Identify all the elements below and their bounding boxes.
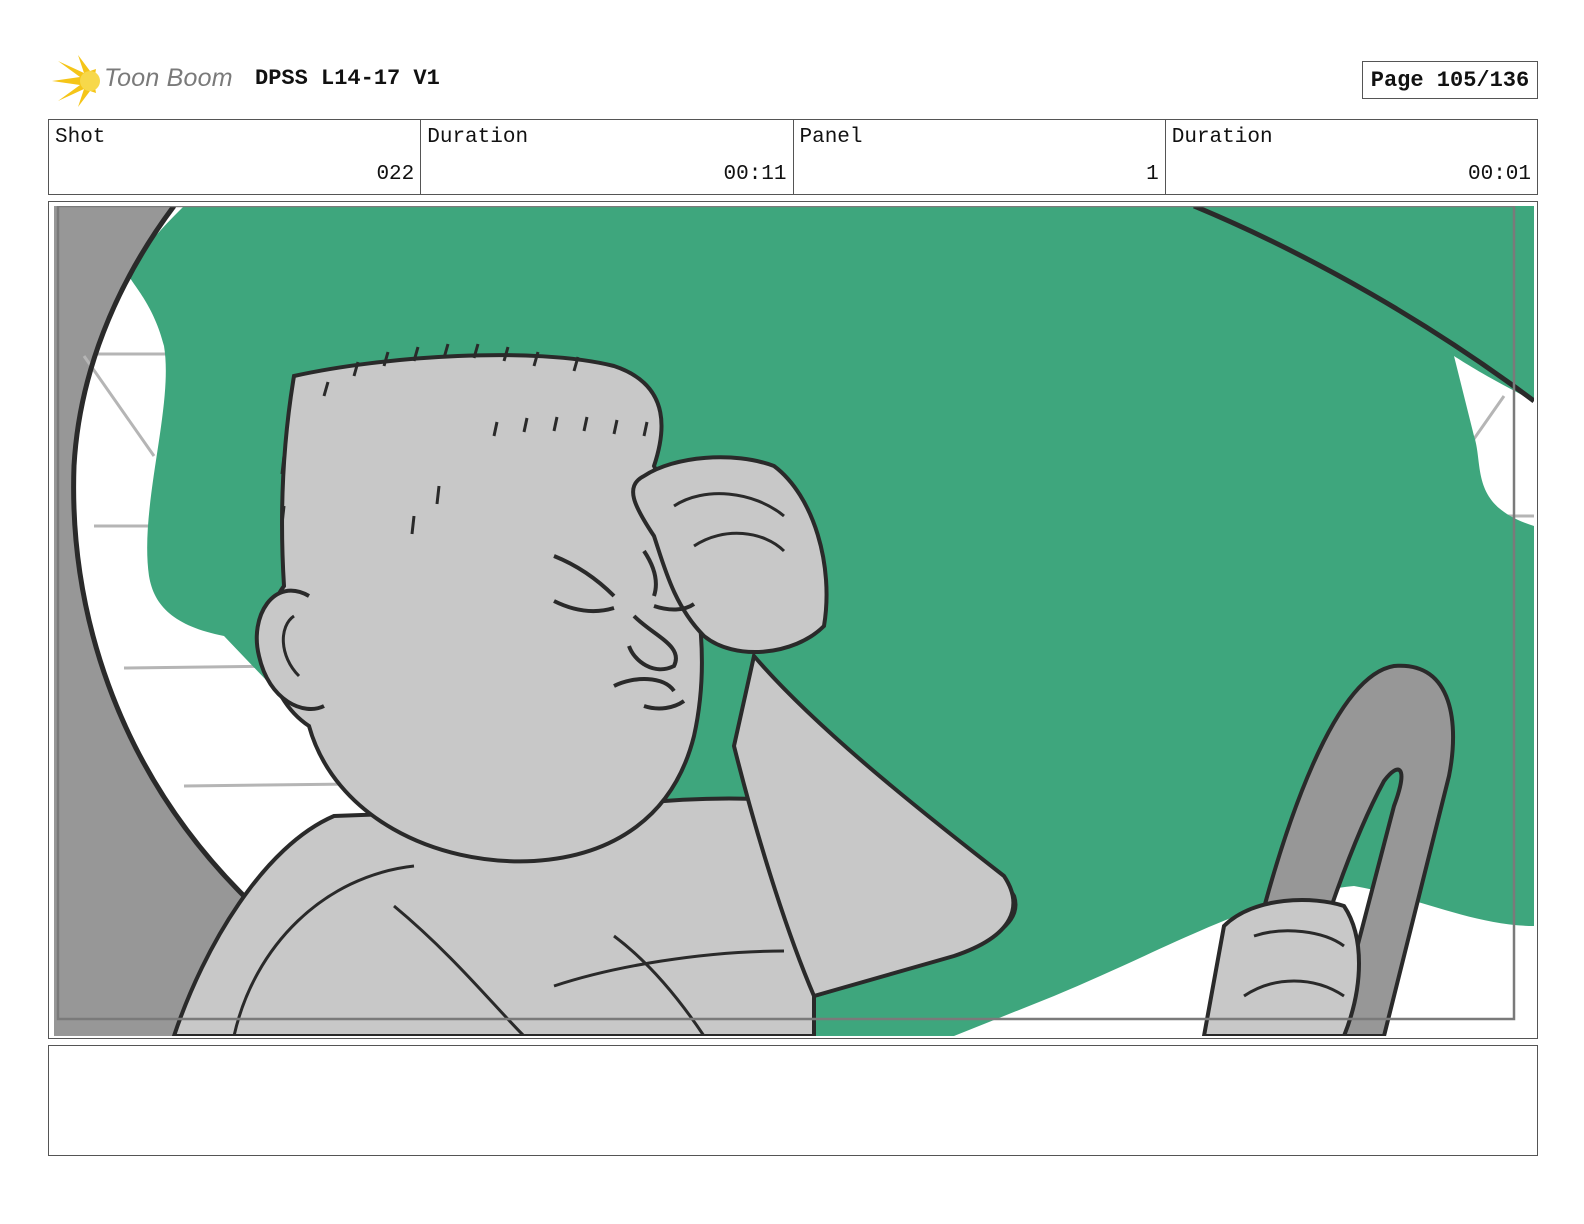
- panel-notes-box: [48, 1045, 1538, 1156]
- shot-value: 022: [376, 163, 415, 186]
- shot-duration-cell: Duration 00:11: [421, 120, 794, 194]
- document-title: DPSS L14-17 V1: [255, 66, 440, 91]
- panel-duration-label: Duration: [1171, 126, 1273, 149]
- shot-duration-value: 00:11: [723, 163, 787, 186]
- storyboard-panel-image: [54, 206, 1534, 1036]
- panel-cell: Panel 1: [794, 120, 1166, 194]
- starburst-icon: [52, 55, 100, 107]
- panel-duration-cell: Duration 00:01: [1166, 120, 1537, 194]
- shot-cell: Shot 022: [49, 120, 422, 194]
- panel-value: 1: [1146, 163, 1159, 186]
- panel-label: Panel: [799, 126, 863, 149]
- page-indicator: Page 105/136: [1362, 61, 1538, 99]
- panel-duration-value: 00:01: [1467, 163, 1531, 186]
- logo-text: Toon Boom: [104, 64, 233, 92]
- shot-info-table: Shot 022 Duration 00:11 Panel 1 Duration…: [48, 119, 1538, 195]
- shot-duration-label: Duration: [427, 126, 529, 149]
- shot-label: Shot: [55, 126, 106, 149]
